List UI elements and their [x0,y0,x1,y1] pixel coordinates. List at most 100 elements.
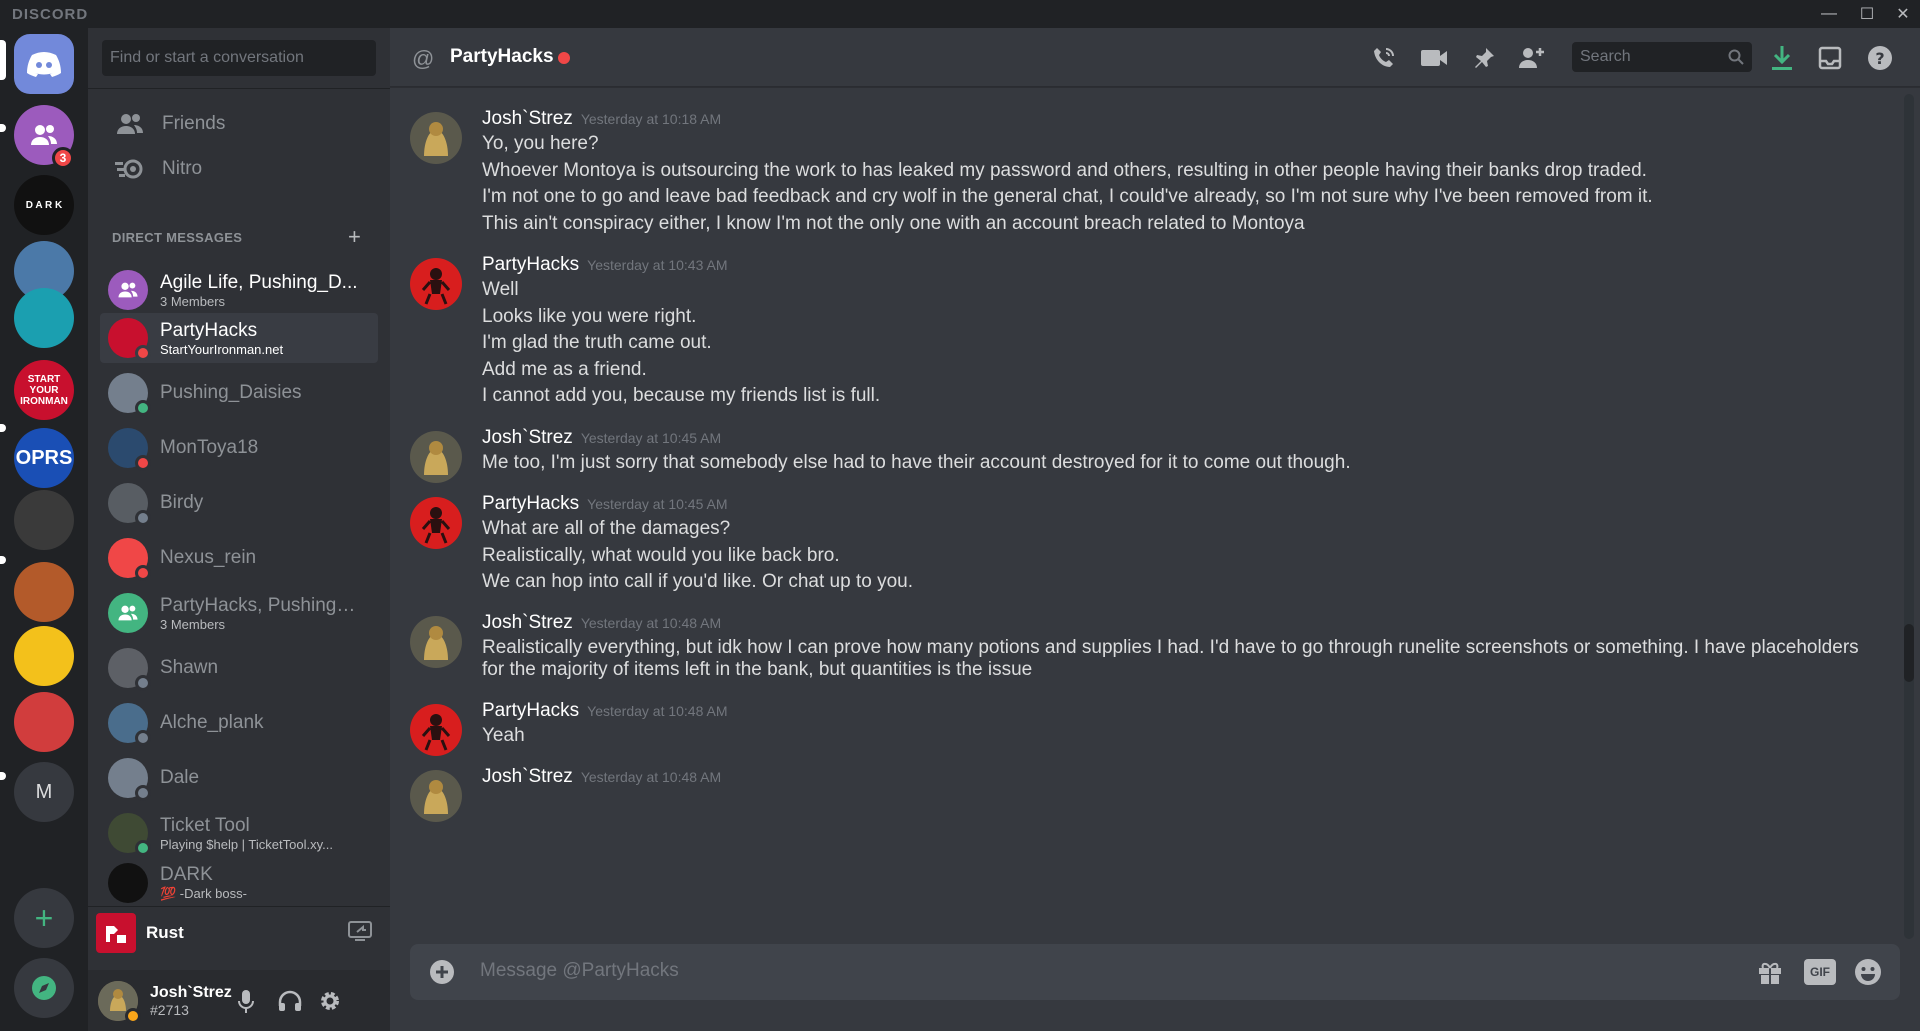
user-tag: #2713 [150,1001,189,1018]
message-author[interactable]: PartyHacks [482,700,579,721]
nav-friends[interactable]: Friends [100,100,378,148]
avatar[interactable] [98,980,141,1024]
status-indicator [135,400,151,416]
avatar [108,703,151,746]
avatar [108,270,148,310]
rust-game-icon [96,912,136,953]
scrollbar-thumb[interactable] [1904,624,1914,682]
message-timestamp: Yesterday at 10:45 AM [587,496,728,512]
status-indicator [135,785,151,801]
dm-item[interactable]: Shawn [100,643,378,693]
avatar[interactable] [410,770,462,822]
screen-share-icon[interactable] [348,921,372,948]
status-indicator [135,840,151,856]
avatar [108,538,151,581]
dm-subtext: 3 Members [160,293,226,309]
upload-plus-icon[interactable] [428,958,456,991]
minimize-button[interactable]: — [1812,0,1846,28]
dm-item[interactable]: Birdy [100,478,378,528]
message-author[interactable]: PartyHacks [482,254,579,275]
settings-gear-icon[interactable] [318,989,342,1018]
dm-item[interactable]: Alche_plank [100,698,378,748]
maximize-button[interactable]: ☐ [1850,0,1884,28]
direct-messages-header: DIRECT MESSAGES [112,230,243,245]
add-friend-icon[interactable] [1516,42,1548,74]
nav-nitro[interactable]: Nitro [100,145,378,193]
server-list: 3 D A R K START YOUR IRONMAN OPRS M + [0,28,88,1031]
unread-indicator [0,424,6,432]
message-text: Looks like you were right. [482,305,697,327]
notification-badge: 3 [52,147,74,169]
server-icon[interactable] [14,626,74,686]
headphones-icon[interactable] [278,990,302,1017]
message-author[interactable]: Josh`Strez [482,612,573,633]
server-icon[interactable]: M [14,762,74,822]
server-icon[interactable] [14,490,74,550]
avatar[interactable] [410,431,462,483]
inbox-icon[interactable] [1814,42,1846,74]
download-icon[interactable] [1766,42,1798,74]
avatar [108,813,151,856]
search-input[interactable]: Search [1572,42,1752,72]
message-author[interactable]: Josh`Strez [482,108,573,129]
close-window-button[interactable]: ✕ [1886,0,1920,28]
dm-item[interactable]: Nexus_rein [100,533,378,583]
message-group: PartyHacks Yesterday at 10:43 AM Well Looks… [410,254,1890,443]
status-indicator [135,345,151,361]
dm-item[interactable]: PartyHacks StartYourIronman.net [100,313,378,363]
message-text: What are all of the damages? [482,518,731,539]
message-author[interactable]: Josh`Strez [482,427,573,448]
help-icon[interactable]: ? [1864,42,1896,74]
dm-name: DARK [160,864,213,885]
dm-item[interactable]: Dale [100,753,378,803]
avatar [108,373,151,416]
dm-item[interactable]: Agile Life, Pushing_D... 3 Members [100,265,378,315]
create-dm-button[interactable]: + [348,224,361,250]
find-conversation-button[interactable]: Find or start a conversation [102,40,376,76]
server-icon[interactable]: D A R K [14,175,74,235]
dm-item[interactable]: MonToya18 [100,423,378,473]
avatar[interactable] [410,258,462,310]
add-server-button[interactable]: + [14,888,74,948]
message-text: Yeah [482,725,525,746]
server-icon[interactable] [14,288,74,348]
scrollbar-track[interactable] [1904,94,1914,939]
selected-indicator [0,40,6,80]
dm-item[interactable]: PartyHacks, Pushing_... 3 Members [100,588,378,638]
dm-item[interactable]: DARK 💯 -Dark boss- [100,858,378,908]
message-text: I'm not one to go and leave bad feedback… [482,186,1653,208]
dm-name: Agile Life, Pushing_D... [160,271,358,293]
dm-sidebar: Find or start a conversation Friends Nit… [88,28,390,1031]
avatar[interactable] [410,616,462,668]
dm-item[interactable]: Ticket Tool Playing $help | TicketTool.xy… [100,808,378,858]
gift-icon[interactable] [1756,958,1784,991]
message-timestamp: Yesterday at 10:48 AM [580,615,722,631]
message-header: Josh`Strez Yesterday at 10:48 AM [482,766,721,788]
avatar[interactable] [410,112,462,164]
dnd-status-icon [558,52,570,64]
server-icon[interactable]: START YOUR IRONMAN [14,360,74,420]
dm-item[interactable]: Pushing_Daisies [100,368,378,418]
avatar[interactable] [410,497,462,549]
server-icon[interactable] [14,692,74,752]
server-icon[interactable]: OPRS [14,428,74,488]
video-call-icon[interactable] [1418,42,1450,74]
at-sign-icon: @ [412,46,435,71]
avatar [108,758,151,801]
gif-button[interactable]: GIF [1804,959,1836,985]
message-input[interactable]: Message @PartyHacks [480,960,679,982]
pin-icon[interactable] [1468,42,1500,74]
message-author[interactable]: PartyHacks [482,493,579,514]
microphone-icon[interactable] [238,990,254,1019]
message-text: Realistically, what would you like back … [482,544,840,566]
server-icon[interactable] [14,34,74,94]
message-text: Yo, you here? [482,133,599,154]
voice-call-icon[interactable] [1368,42,1400,74]
emoji-icon[interactable] [1854,958,1882,991]
explore-servers-button[interactable] [14,958,74,1018]
message-author[interactable]: Josh`Strez [482,766,573,787]
message-list: Josh`Strez Yesterday at 10:18 AM Yo, you h… [390,88,1902,943]
server-icon[interactable] [14,562,74,622]
avatar[interactable] [410,704,462,756]
message-composer[interactable]: Message @PartyHacks GIF [410,944,1900,1000]
